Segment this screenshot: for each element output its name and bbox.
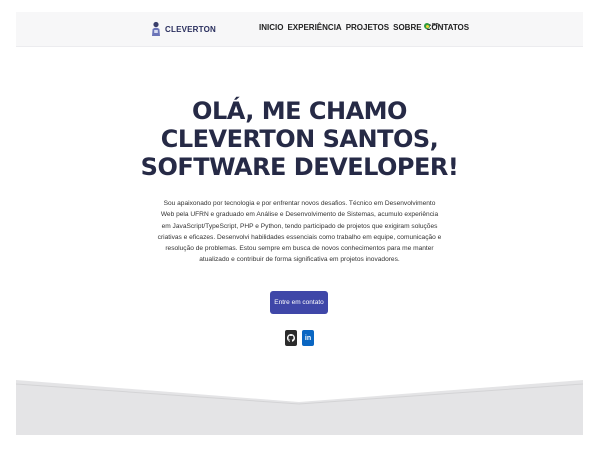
hero-title-line-2: CLEVERTON SANTOS, <box>160 125 439 153</box>
hero-title: OLÁ, ME CHAMO CLEVERTON SANTOS, SOFTWARE… <box>16 97 583 181</box>
bottom-section-divider <box>16 380 583 435</box>
hero-title-line-1: OLÁ, ME CHAMO <box>192 97 407 125</box>
brand-name: CLEVERTON <box>165 24 216 34</box>
page: CLEVERTON INICIO EXPERIÊNCIA PROJETOS SO… <box>16 12 583 435</box>
hero-description: Sou apaixonado por tecnologia e por enfr… <box>157 200 442 264</box>
nav-link-projetos[interactable]: PROJETOS <box>346 23 389 32</box>
developer-avatar-icon <box>152 21 160 36</box>
social-links: in <box>285 330 314 346</box>
language-selector[interactable]: PT ⌄ <box>424 23 445 29</box>
language-code: PT <box>432 23 439 29</box>
github-icon <box>287 334 295 342</box>
chevron-down-icon: ⌄ <box>440 23 445 29</box>
nav-link-experiencia[interactable]: EXPERIÊNCIA <box>287 23 341 32</box>
nav-link-sobre[interactable]: SOBRE <box>393 23 421 32</box>
brand-logo[interactable]: CLEVERTON <box>151 21 216 37</box>
brazil-flag-icon <box>424 23 430 29</box>
hero-title-line-3: SOFTWARE DEVELOPER! <box>140 153 459 181</box>
linkedin-button[interactable]: in <box>302 330 314 346</box>
contact-button[interactable]: Entre em contato <box>270 291 328 314</box>
nav-link-inicio[interactable]: INICIO <box>259 23 283 32</box>
linkedin-icon: in <box>304 334 312 342</box>
navbar: CLEVERTON INICIO EXPERIÊNCIA PROJETOS SO… <box>16 12 583 47</box>
github-button[interactable] <box>285 330 297 346</box>
